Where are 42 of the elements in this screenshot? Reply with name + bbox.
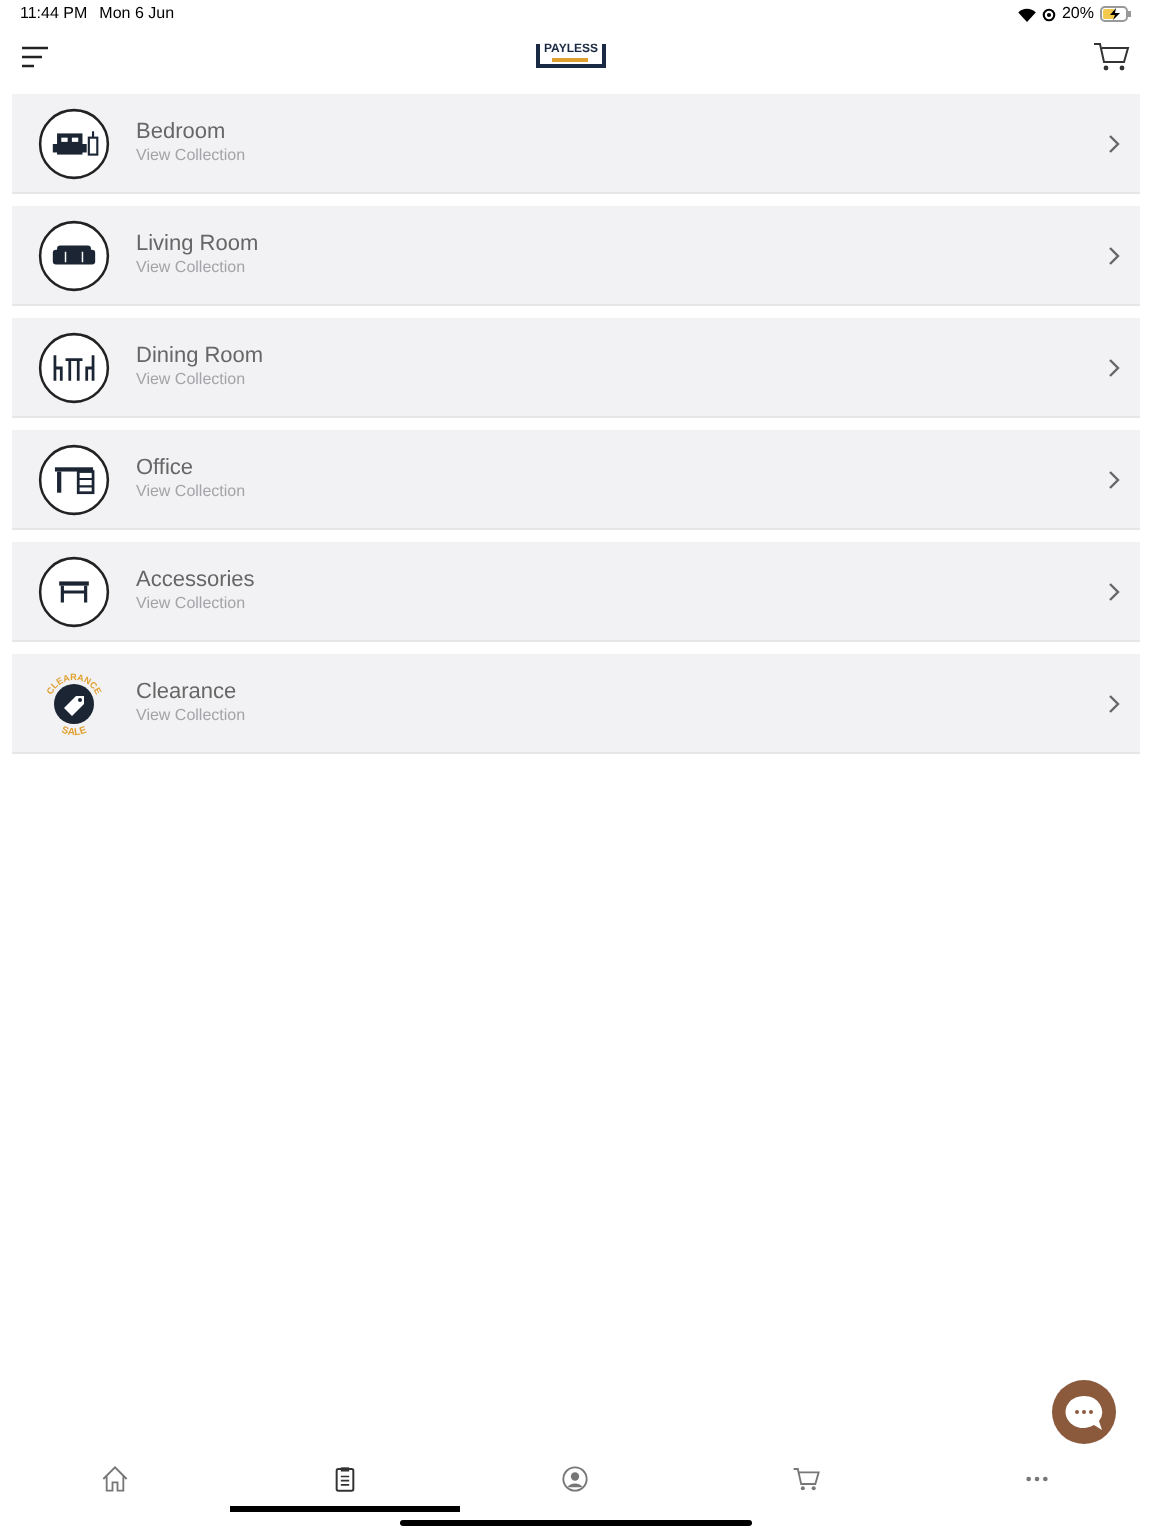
- battery-percent: 20%: [1061, 2, 1094, 26]
- chevron-right-icon: [1108, 693, 1120, 713]
- category-title: Office: [136, 455, 196, 483]
- status-date: Mon 6 Jun: [99, 2, 175, 26]
- chat-icon: [1064, 1393, 1104, 1431]
- chevron-right-icon: [1108, 133, 1120, 153]
- cart-icon[interactable]: [1093, 41, 1130, 71]
- chevron-right-icon: [1108, 245, 1120, 265]
- category-row[interactable]: Bedroom View Collection: [12, 94, 1140, 194]
- category-row[interactable]: Accessories View Collection: [12, 542, 1140, 642]
- category-row[interactable]: Dining Room View Collection: [12, 318, 1140, 418]
- chevron-right-icon: [1108, 357, 1120, 377]
- account-icon: [560, 1464, 591, 1494]
- chevron-right-icon: [1108, 581, 1120, 601]
- category-subtitle: View Collection: [136, 258, 248, 279]
- battery-icon: [1100, 6, 1132, 22]
- location-icon: [1041, 7, 1056, 21]
- status-time: 11:44 PM: [20, 2, 88, 26]
- tab-button[interactable]: [230, 1464, 461, 1512]
- category-subtitle: View Collection: [136, 706, 248, 727]
- desk-icon: [38, 443, 110, 515]
- category-subtitle: View Collection: [136, 370, 248, 391]
- table-icon: [38, 555, 110, 627]
- bed-icon: [38, 107, 110, 179]
- category-title: Dining Room: [136, 343, 266, 371]
- category-title: Accessories: [136, 567, 257, 595]
- category-title: Clearance: [136, 679, 239, 707]
- category-subtitle: View Collection: [136, 594, 248, 615]
- wifi-icon: [1017, 7, 1036, 21]
- cart-icon: [791, 1464, 822, 1494]
- chat-button[interactable]: [1052, 1380, 1116, 1444]
- category-row[interactable]: Office View Collection: [12, 430, 1140, 530]
- chevron-right-icon: [1108, 469, 1120, 489]
- category-subtitle: View Collection: [136, 146, 248, 167]
- menu-icon[interactable]: [22, 45, 48, 67]
- category-title: Living Room: [136, 231, 261, 259]
- category-row[interactable]: Living Room View Collection: [12, 206, 1140, 306]
- home-icon: [100, 1464, 131, 1494]
- sofa-icon: [38, 219, 110, 291]
- category-title: Bedroom: [136, 119, 228, 147]
- dining-table-icon: [38, 331, 110, 403]
- category-subtitle: View Collection: [136, 482, 248, 503]
